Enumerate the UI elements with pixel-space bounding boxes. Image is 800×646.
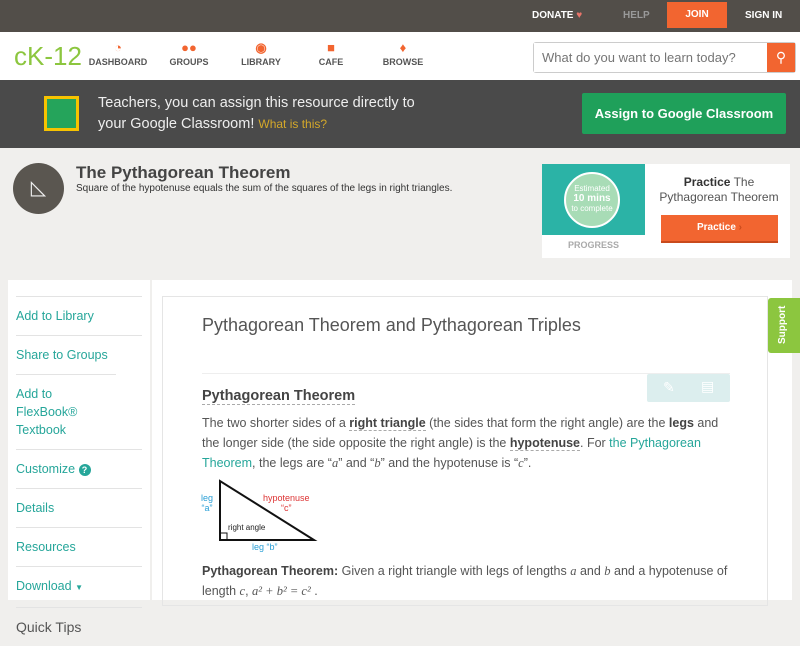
text: and [576,564,605,578]
banner-line2: your Google Classroom! [98,116,255,132]
nav-groups[interactable]: ●● GROUPS [164,40,214,67]
sign-in-link[interactable]: SIGN IN [745,0,782,32]
nav-label: GROUPS [169,57,209,67]
classroom-banner: Teachers, you can assign this resource d… [0,80,800,148]
var-c: c [239,584,246,598]
nav-label: DASHBOARD [88,57,148,67]
concept-title: The Pythagorean Theorem [76,163,291,182]
section-heading: Pythagorean Theorem [202,388,356,405]
search-icon[interactable]: ⚲ [767,43,795,72]
banner-text: Teachers, you can assign this resource d… [98,93,415,135]
text: . For [580,436,610,450]
notes-icon[interactable]: ▤ [701,378,714,395]
theorem-statement: Pythagorean Theorem: Given a right trian… [202,564,728,598]
sidebar-add-to-flexbook[interactable]: Add to FlexBook® Textbook [16,374,116,449]
download-label: Download [16,579,72,593]
help-link[interactable]: HELP [623,0,650,32]
estimate-mins: 10 mins [573,193,611,204]
groups-icon: ●● [181,40,197,55]
main-nav: cK-12 ◔ DASHBOARD ●● GROUPS ◉ LIBRARY ■ CAFE… [0,32,800,80]
text: ” and the hypotenuse is “ [380,456,519,470]
nav-browse[interactable]: ♦ BROWSE [378,40,428,67]
join-button[interactable]: JOIN [667,2,727,28]
caret-down-icon: ▼ [75,583,83,592]
nav-dashboard[interactable]: ◔ DASHBOARD [86,40,150,67]
lesson-title: Pythagorean Theorem and Pythagorean Trip… [202,315,581,335]
assign-google-classroom-button[interactable]: Assign to Google Classroom [582,93,786,134]
theorem-label: Pythagorean Theorem: [202,564,339,578]
nav-library[interactable]: ◉ LIBRARY [236,40,286,67]
estimate-badge: Estimated 10 mins to complete [564,172,620,228]
term-legs: legs [668,416,694,430]
support-label: Support [777,305,788,344]
leg-a-text: leg [201,493,214,503]
text: ”. [523,456,532,470]
library-icon: ◉ [255,40,267,55]
concept-subtitle: Square of the hypotenuse equals the sum … [76,183,453,194]
text: (the sides that form the right angle) ar… [425,416,669,430]
sidebar-share-to-groups[interactable]: Share to Groups [16,335,142,374]
donate-link[interactable]: DONATE ♥ [532,0,582,32]
sidebar-quick-tips[interactable]: Quick Tips [16,607,142,646]
sidebar-add-to-library[interactable]: Add to Library [16,296,142,335]
practice-title: Practice The Pythagorean Theorem [654,175,784,205]
term-right-triangle[interactable]: right triangle [349,416,426,431]
practice-button[interactable]: Practice › [661,215,778,243]
progress-label: PROGRESS [567,240,619,250]
dashboard-icon: ◔ [114,40,122,55]
search-input[interactable] [534,43,764,72]
what-is-this-link[interactable]: What is this? [258,117,327,131]
intro-paragraph: The two shorter sides of a right triangl… [202,413,732,473]
support-tab[interactable]: Support [768,298,800,353]
sidebar-resources[interactable]: Resources [16,527,142,566]
text: ” and “ [338,456,375,470]
hypotenuse-label: hypotenuse “c” [263,493,310,513]
triangle-shape [219,479,318,541]
text: Given a right triangle with legs of leng… [338,564,571,578]
practice-bold: Practice [683,175,731,189]
nav-label: CAFE [318,57,344,67]
practice-button-label: Practice [696,222,736,233]
donate-label: DONATE [532,10,574,21]
customize-label: Customize [16,462,76,476]
text: , the legs are “ [252,456,332,470]
nav-label: BROWSE [382,57,424,67]
practice-image: Estimated 10 mins to complete [542,164,645,235]
browse-icon: ♦ [399,40,407,55]
top-bar: DONATE ♥ HELP JOIN SIGN IN [0,0,800,32]
text: The two shorter sides of a [202,416,350,430]
practice-card: Estimated 10 mins to complete PROGRESS Pra… [542,164,790,258]
nav-label: LIBRARY [241,57,281,67]
annotation-tools: ✎ ▤ [647,374,730,402]
estimate-line: to complete [571,204,613,213]
sidebar: Add to Library Share to Groups Add to Fl… [8,280,150,635]
nav-cafe[interactable]: ■ CAFE [311,40,351,67]
equation: a² + b² = c² [252,584,311,598]
estimate-line: Estimated [574,184,610,193]
google-classroom-icon [44,96,79,131]
search-box: ⚲ [533,42,796,73]
heart-icon: ♥ [576,10,583,21]
chevron-right-icon: › [738,222,743,233]
right-angle-label: right angle [228,523,266,532]
concept-icon: ◺ [13,163,64,214]
help-icon[interactable]: ? [78,464,91,476]
sidebar-download[interactable]: Download ▼ [16,566,142,607]
sidebar-details[interactable]: Details [16,488,142,527]
ck12-logo[interactable]: cK-12 [14,41,82,72]
pencil-icon[interactable]: ✎ [663,379,675,396]
cafe-icon: ■ [327,40,335,55]
term-hypotenuse[interactable]: hypotenuse [509,436,580,451]
triangle-diagram: leg “a” hypotenuse “c” right angle leg “b” [200,478,325,552]
leg-b-label: leg “b” [252,542,278,552]
leg-a-var: “a” [201,503,213,513]
banner-line1: Teachers, you can assign this resource d… [98,95,415,111]
sidebar-customize[interactable]: Customize ? [16,449,142,488]
hyp-var: “c” [281,503,292,513]
leg-a-label: leg “a” [201,493,213,513]
hyp-text: hypotenuse [263,493,310,503]
